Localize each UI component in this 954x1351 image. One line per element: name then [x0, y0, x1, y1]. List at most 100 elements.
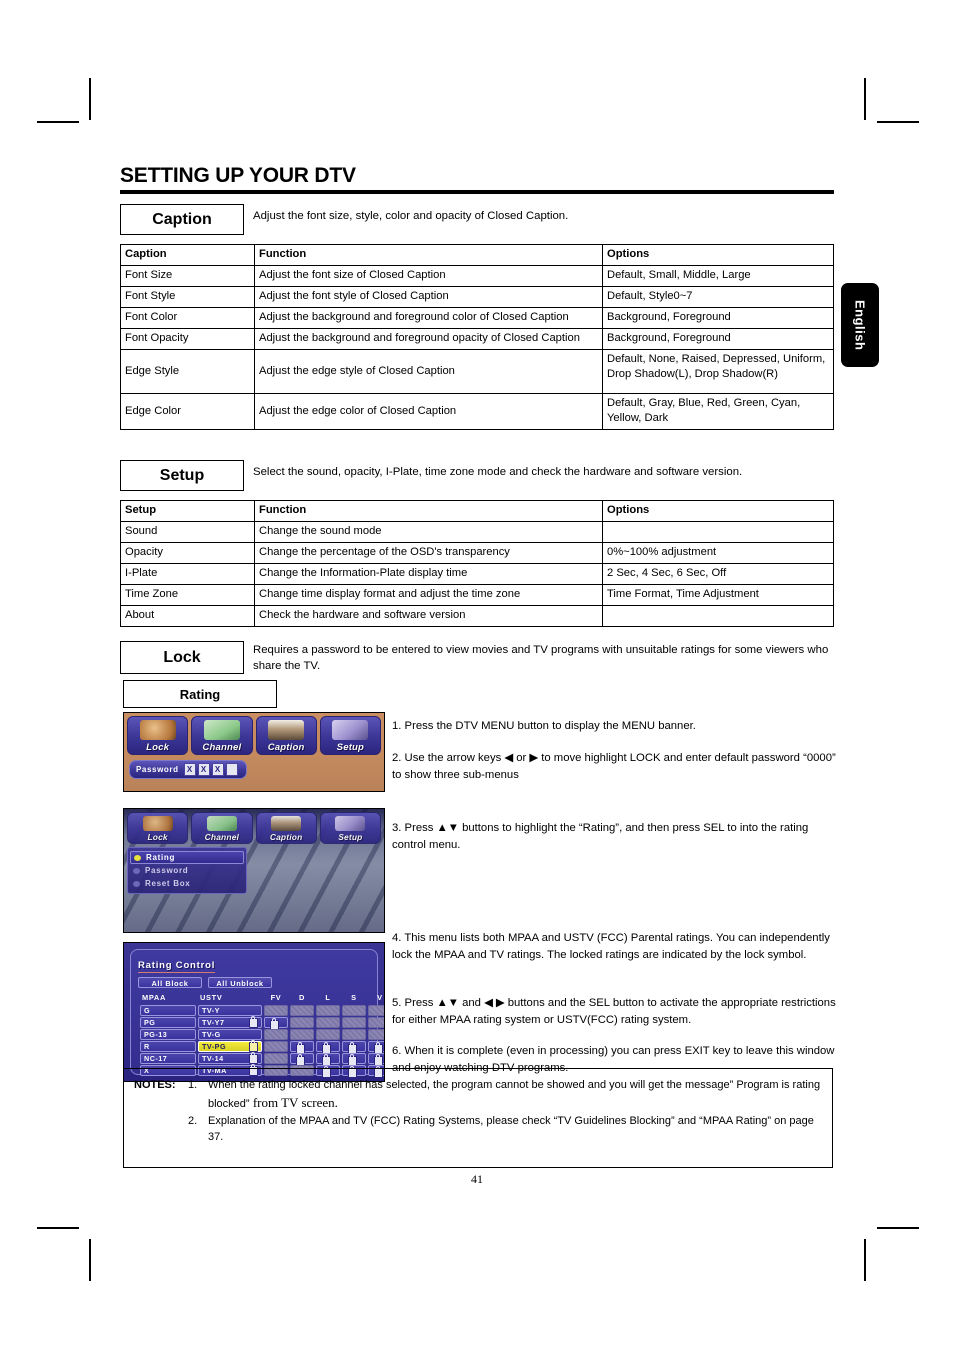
rating-cell-ustv[interactable]: TV-14 — [198, 1051, 262, 1065]
osd-tab-channel[interactable]: Channel — [191, 716, 253, 756]
rating-cell-mpaa[interactable]: PG-13 — [140, 1029, 196, 1041]
all-block-button[interactable]: All Block — [138, 977, 202, 989]
rating-grid-row: PG-13 TV-G — [140, 1029, 384, 1041]
lock-section-description: Requires a password to be entered to vie… — [253, 644, 829, 673]
rating-cell-ustv[interactable]: TV-G — [198, 1029, 262, 1041]
content-cell-unlocked[interactable] — [368, 1005, 384, 1017]
content-cell-unlocked[interactable] — [290, 1017, 314, 1029]
content-cell-locked[interactable] — [264, 1017, 288, 1030]
content-cell-locked[interactable] — [342, 1053, 366, 1066]
crop-mark-bottom-right-vertical — [864, 1239, 866, 1281]
mpaa-rating-chip[interactable]: R — [140, 1041, 196, 1053]
password-field-label: Password — [136, 765, 179, 775]
caption-row-function: Adjust the edge style of Closed Caption — [254, 349, 603, 395]
submenu-item-password[interactable]: Password — [128, 864, 246, 877]
content-cell-unlocked[interactable] — [316, 1005, 340, 1017]
content-cell-unlocked[interactable] — [368, 1017, 384, 1029]
password-cell[interactable]: X — [211, 763, 224, 777]
rating-content-cell[interactable] — [316, 1005, 340, 1017]
rating-content-cell[interactable] — [342, 1005, 366, 1017]
osd-tab-lock[interactable]: Lock — [127, 812, 189, 845]
osd-tab-setup[interactable]: Setup — [319, 716, 381, 756]
caption-row-function: Adjust the background and foreground col… — [254, 307, 603, 330]
step-text-5: 5. Press ▲▼ and ◀ ▶ buttons and the SEL … — [392, 997, 836, 1027]
content-cell-unlocked[interactable] — [342, 1029, 366, 1041]
content-cell-locked[interactable] — [342, 1041, 366, 1054]
all-unblock-button[interactable]: All Unblock — [208, 977, 272, 989]
password-cell[interactable] — [225, 763, 238, 777]
rating-content-cell[interactable] — [290, 1041, 314, 1054]
rating-content-cell[interactable] — [264, 1041, 288, 1053]
content-cell-unlocked[interactable] — [342, 1005, 366, 1017]
rating-content-cell[interactable] — [368, 1041, 384, 1054]
rating-content-cell[interactable] — [290, 1029, 314, 1041]
rating-cell-mpaa[interactable]: PG — [140, 1017, 196, 1029]
submenu-item-reset-box[interactable]: Reset Box — [128, 877, 246, 890]
rating-content-cell[interactable] — [264, 1005, 288, 1017]
osd-tab-setup[interactable]: Setup — [319, 812, 381, 845]
rating-content-cell[interactable] — [290, 1005, 314, 1017]
rating-content-cell[interactable] — [368, 1053, 384, 1066]
rating-content-cell[interactable] — [290, 1017, 314, 1029]
osd-tab-caption[interactable]: Caption — [255, 716, 317, 756]
mpaa-rating-chip[interactable]: G — [140, 1005, 196, 1017]
setup-table-header-options: Options — [602, 500, 834, 523]
rating-content-cell[interactable] — [264, 1053, 288, 1065]
content-cell-unlocked[interactable] — [368, 1029, 384, 1041]
content-cell-unlocked[interactable] — [290, 1029, 314, 1041]
rating-grid-header-s: S — [351, 993, 357, 1003]
content-cell-unlocked[interactable] — [316, 1029, 340, 1041]
content-cell-locked[interactable] — [316, 1041, 340, 1054]
content-cell-unlocked[interactable] — [290, 1005, 314, 1017]
ustv-rating-chip[interactable]: TV-Y — [198, 1005, 262, 1017]
rating-cell-mpaa[interactable]: NC-17 — [140, 1053, 196, 1065]
rating-content-cell[interactable] — [316, 1041, 340, 1054]
rating-content-cell[interactable] — [290, 1053, 314, 1066]
mpaa-rating-chip[interactable]: NC-17 — [140, 1053, 196, 1065]
osd-tab-caption[interactable]: Caption — [255, 812, 317, 845]
rating-content-cell[interactable] — [264, 1017, 288, 1030]
rating-content-cell[interactable] — [342, 1041, 366, 1054]
content-cell-locked[interactable] — [290, 1053, 314, 1066]
rating-content-cell[interactable] — [264, 1029, 288, 1041]
content-cell-locked[interactable] — [368, 1041, 384, 1054]
content-cell-unlocked[interactable] — [264, 1029, 288, 1041]
rating-cell-ustv[interactable]: TV-PG — [198, 1039, 262, 1053]
rating-cell-mpaa[interactable]: R — [140, 1041, 196, 1053]
content-cell-unlocked[interactable] — [342, 1017, 366, 1029]
password-cell[interactable]: X — [183, 763, 196, 777]
password-cell[interactable]: X — [197, 763, 210, 777]
rating-cell-mpaa[interactable]: G — [140, 1005, 196, 1017]
ustv-rating-chip[interactable]: TV-Y7 — [198, 1015, 262, 1029]
rating-content-cell[interactable] — [342, 1017, 366, 1029]
rating-content-cell[interactable] — [342, 1053, 366, 1066]
rating-content-cell[interactable] — [316, 1017, 340, 1029]
caption-table-header-row: Caption Function Options — [120, 244, 834, 267]
osd-tab-channel[interactable]: Channel — [191, 812, 253, 845]
mpaa-rating-chip[interactable]: PG-13 — [140, 1029, 196, 1041]
content-cell-unlocked[interactable] — [264, 1053, 288, 1065]
content-cell-locked[interactable] — [368, 1053, 384, 1066]
password-field[interactable]: Password X X X — [129, 760, 247, 780]
page-title: SETTING UP YOUR DTV — [120, 164, 356, 187]
lock-icon — [348, 1041, 357, 1054]
ustv-rating-chip[interactable]: TV-14 — [198, 1051, 262, 1065]
rating-content-cell[interactable] — [316, 1053, 340, 1066]
content-cell-unlocked[interactable] — [264, 1041, 288, 1053]
rating-content-cell[interactable] — [316, 1029, 340, 1041]
rating-content-cell[interactable] — [368, 1029, 384, 1041]
submenu-item-rating[interactable]: Rating — [130, 851, 244, 865]
mpaa-rating-chip[interactable]: PG — [140, 1017, 196, 1029]
rating-cell-ustv[interactable]: TV-Y — [198, 1005, 262, 1017]
rating-cell-ustv[interactable]: TV-Y7 — [198, 1015, 262, 1029]
content-cell-locked[interactable] — [316, 1053, 340, 1066]
ustv-rating-chip[interactable]: TV-PG — [198, 1039, 262, 1053]
rating-content-cell[interactable] — [368, 1017, 384, 1029]
content-cell-unlocked[interactable] — [264, 1005, 288, 1017]
content-cell-unlocked[interactable] — [316, 1017, 340, 1029]
rating-content-cell[interactable] — [342, 1029, 366, 1041]
rating-content-cell[interactable] — [368, 1005, 384, 1017]
osd-tab-lock[interactable]: Lock — [127, 716, 189, 756]
ustv-rating-chip[interactable]: TV-G — [198, 1029, 262, 1041]
content-cell-locked[interactable] — [290, 1041, 314, 1054]
